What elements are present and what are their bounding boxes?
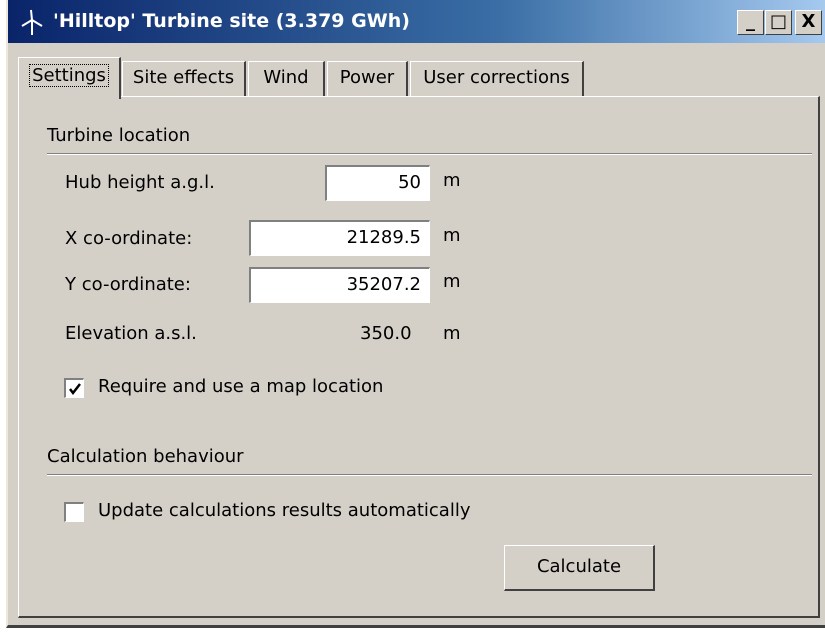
y-coordinate-label: Y co-ordinate:: [65, 274, 191, 295]
checkmark-icon: [69, 383, 81, 396]
map-location-label[interactable]: Require and use a map location: [98, 376, 383, 397]
elevation-value: 350.0: [360, 323, 412, 344]
calculate-button[interactable]: Calculate: [504, 545, 655, 591]
hub-height-input[interactable]: 50: [325, 165, 430, 201]
map-location-checkbox[interactable]: [64, 378, 84, 398]
tab-user-corrections[interactable]: User corrections: [410, 61, 584, 97]
elevation-unit: m: [443, 323, 461, 344]
elevation-label: Elevation a.s.l.: [65, 323, 197, 344]
window-title: 'Hilltop' Turbine site (3.379 GWh): [53, 10, 410, 32]
y-coordinate-input[interactable]: 35207.2: [249, 267, 430, 303]
x-coordinate-label: X co-ordinate:: [65, 228, 193, 249]
auto-update-label[interactable]: Update calculations results automaticall…: [98, 500, 471, 521]
hub-height-unit: m: [443, 170, 461, 191]
calculation-behaviour-divider: [47, 474, 812, 476]
turbine-location-heading: Turbine location: [47, 125, 191, 146]
minimize-button[interactable]: _: [737, 10, 764, 35]
y-coordinate-unit: m: [443, 271, 461, 292]
tab-wind[interactable]: Wind: [248, 61, 325, 97]
x-coordinate-input[interactable]: 21289.5: [249, 220, 430, 256]
tab-settings[interactable]: Settings: [18, 57, 121, 99]
turbine-location-divider: [47, 153, 812, 155]
hub-height-label: Hub height a.g.l.: [65, 172, 215, 193]
turbine-site-window: 'Hilltop' Turbine site (3.379 GWh) _ □ X…: [6, 0, 825, 628]
wind-turbine-icon: [20, 9, 44, 35]
tab-power[interactable]: Power: [327, 61, 408, 97]
settings-panel: Turbine location Hub height a.g.l. 50 m …: [18, 96, 820, 618]
title-bar[interactable]: 'Hilltop' Turbine site (3.379 GWh) _ □ X: [8, 0, 825, 43]
x-coordinate-unit: m: [443, 225, 461, 246]
calculation-behaviour-heading: Calculation behaviour: [47, 446, 244, 467]
auto-update-checkbox[interactable]: [64, 502, 84, 522]
maximize-button[interactable]: □: [765, 10, 792, 35]
tab-site-effects[interactable]: Site effects: [122, 61, 246, 97]
close-button[interactable]: X: [795, 10, 822, 35]
